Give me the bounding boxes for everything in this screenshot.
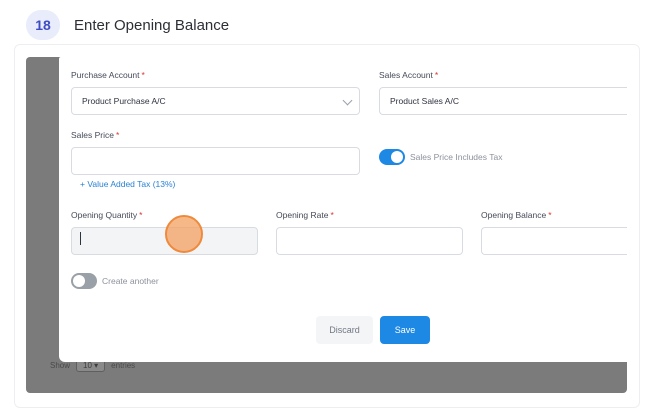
discard-button[interactable]: Discard bbox=[316, 316, 373, 344]
sales-price-includes-tax-toggle[interactable] bbox=[379, 149, 405, 165]
save-button[interactable]: Save bbox=[380, 316, 430, 344]
click-indicator bbox=[165, 215, 203, 253]
required-mark: * bbox=[548, 210, 552, 220]
value-added-tax-link[interactable]: + Value Added Tax (13%) bbox=[80, 179, 175, 189]
toggle-knob bbox=[391, 151, 403, 163]
text-cursor bbox=[80, 232, 81, 245]
show-label: Show bbox=[50, 361, 71, 370]
step-title: Enter Opening Balance bbox=[74, 16, 230, 34]
opening-rate-label: Opening Rate * bbox=[276, 210, 334, 220]
opening-rate-input[interactable] bbox=[276, 227, 463, 255]
sales-account-select[interactable]: Product Sales A/C bbox=[379, 87, 627, 115]
create-another-label: Create another bbox=[102, 276, 159, 286]
sales-price-includes-tax-label: Sales Price Includes Tax bbox=[410, 152, 503, 162]
chevron-down-icon bbox=[342, 95, 353, 106]
purchase-account-label: Purchase Account * bbox=[71, 70, 145, 80]
purchase-account-value: Product Purchase A/C bbox=[82, 96, 166, 106]
required-mark: * bbox=[116, 130, 120, 140]
required-mark: * bbox=[139, 210, 143, 220]
toggle-knob bbox=[73, 275, 85, 287]
purchase-account-select[interactable]: Product Purchase A/C bbox=[71, 87, 360, 115]
entries-label: entries bbox=[111, 361, 136, 370]
required-mark: * bbox=[434, 70, 439, 80]
page-size-value: 10 bbox=[83, 361, 92, 370]
opening-balance-input[interactable] bbox=[481, 227, 627, 255]
opening-balance-label: Opening Balance * bbox=[481, 210, 552, 220]
create-another-toggle[interactable] bbox=[71, 273, 97, 289]
required-mark: * bbox=[141, 70, 145, 80]
opening-quantity-label: Opening Quantity * bbox=[71, 210, 143, 220]
required-mark: * bbox=[330, 210, 334, 220]
step-number-badge: 18 bbox=[26, 10, 60, 40]
sales-account-value: Product Sales A/C bbox=[390, 96, 459, 106]
sales-account-label: Sales Account * bbox=[379, 70, 439, 80]
step-header: 18 Enter Opening Balance bbox=[26, 10, 229, 40]
tutorial-step-page: 18 Enter Opening Balance Show 10 ▾ entri… bbox=[0, 0, 664, 415]
sales-price-label: Sales Price * bbox=[71, 130, 120, 140]
sales-price-input[interactable] bbox=[71, 147, 360, 175]
